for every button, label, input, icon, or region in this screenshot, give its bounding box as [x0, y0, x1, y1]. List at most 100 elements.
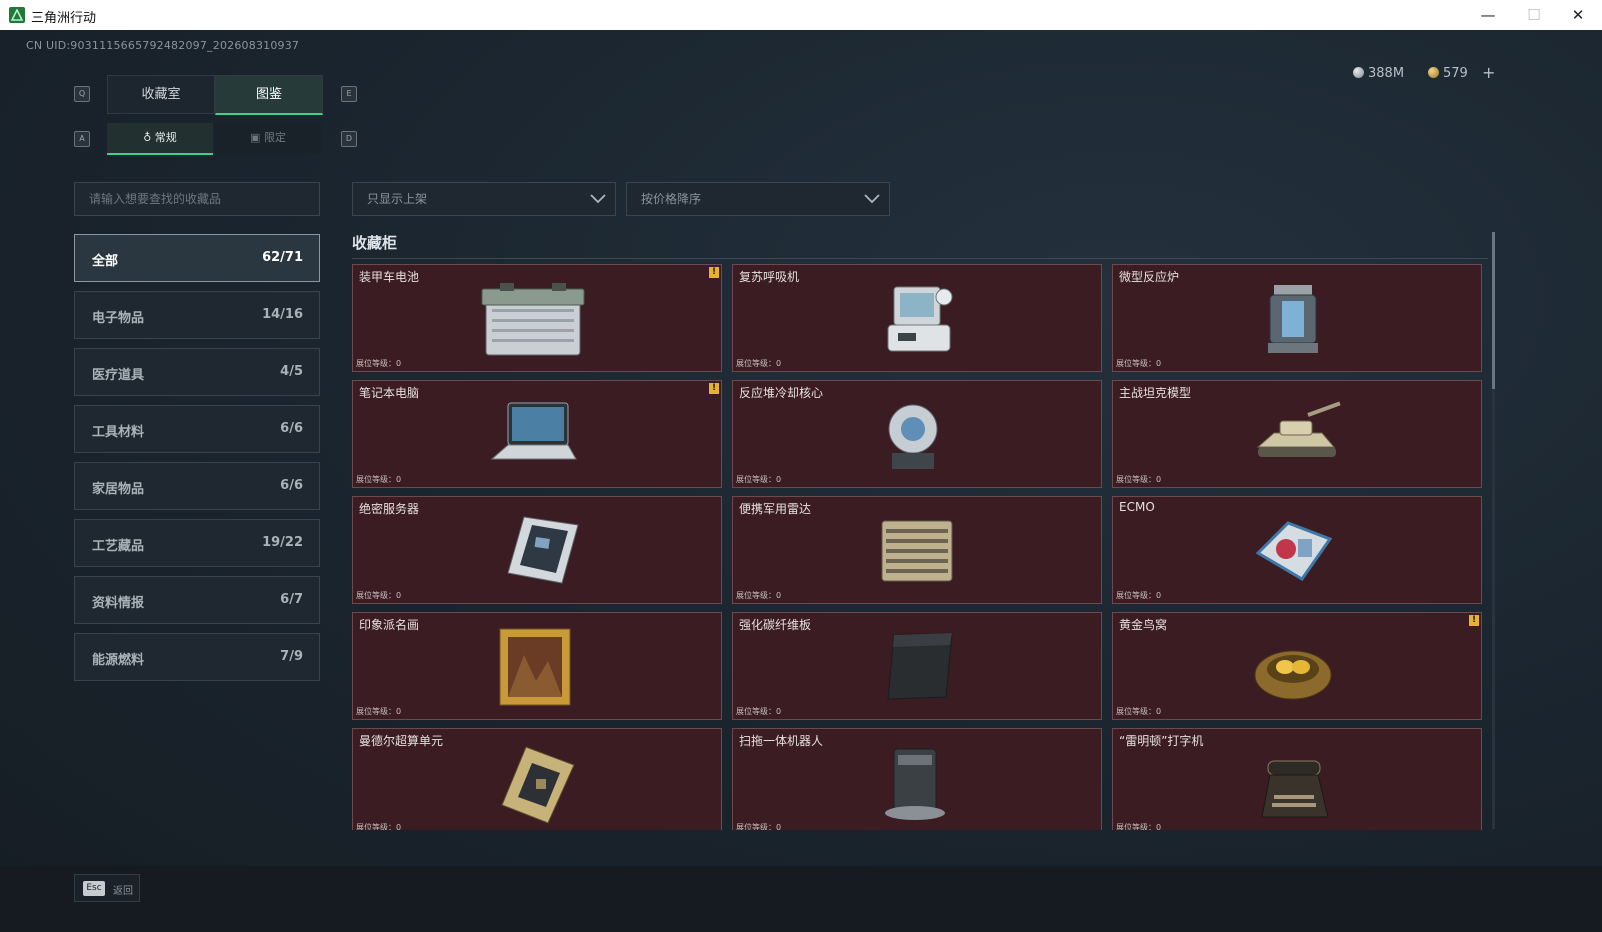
category-count: 62/71 — [262, 250, 303, 265]
warning-icon: ! — [1469, 615, 1479, 626]
shelf-filter-dropdown[interactable]: 只显示上架 — [352, 182, 616, 216]
sort-dropdown[interactable]: 按价格降序 — [626, 182, 890, 216]
item-card[interactable]: 便携军用雷达 展位等级：0 — [732, 496, 1102, 604]
back-button[interactable]: Esc 返回 — [74, 874, 140, 902]
display-level: 展位等级：0 — [736, 591, 782, 600]
silver-coin-icon — [1353, 67, 1364, 78]
gold-currency: 579 — [1428, 66, 1468, 81]
item-card[interactable]: 黄金鸟窝 ! 展位等级：0 — [1112, 612, 1482, 720]
category-label: 能源燃料 — [92, 653, 145, 668]
category-intel[interactable]: 资料情报 6/7 — [74, 576, 320, 624]
flask-icon: ♁ — [143, 131, 152, 144]
category-count: 7/9 — [280, 649, 303, 664]
category-household[interactable]: 家居物品 6/6 — [74, 462, 320, 510]
shelf-filter-value: 只显示上架 — [367, 192, 428, 206]
item-name: 强化碳纤维板 — [739, 618, 812, 632]
category-electronics[interactable]: 电子物品 14/16 — [74, 291, 320, 339]
gold-amount: 579 — [1443, 66, 1468, 81]
display-level: 展位等级：0 — [356, 707, 402, 716]
item-name: 主战坦克模型 — [1119, 386, 1192, 400]
key-hint-q: Q — [74, 86, 90, 102]
category-label: 全部 — [92, 254, 119, 269]
collection-grid: 装甲车电池 ! 展位等级：0 复苏呼吸机 展位等级：0 微型反应炉 展位等级：0… — [352, 264, 1488, 830]
category-crafts[interactable]: 工艺藏品 19/22 — [74, 519, 320, 567]
display-level: 展位等级：0 — [736, 359, 782, 368]
key-hint-e: E — [341, 86, 357, 102]
item-name: 印象派名画 — [359, 618, 420, 632]
category-label: 家居物品 — [92, 482, 145, 497]
tank-model-icon — [1256, 401, 1341, 457]
carbon-plate-icon — [887, 632, 953, 700]
category-tools[interactable]: 工具材料 6/6 — [74, 405, 320, 453]
item-name: 笔记本电脑 — [359, 386, 420, 400]
player-uid: CN UID:903111566579248209​7_202608310937 — [26, 39, 300, 52]
item-card[interactable]: 复苏呼吸机 展位等级：0 — [732, 264, 1102, 372]
section-title: 收藏柜 — [352, 234, 398, 252]
tab-collection-room[interactable]: 收藏室 — [107, 75, 215, 114]
reactor-icon — [1268, 285, 1318, 353]
silver-currency: 388M — [1353, 66, 1404, 81]
item-card[interactable]: 印象派名画 展位等级：0 — [352, 612, 722, 720]
item-card[interactable]: 曼德尔超算单元 展位等级：0 — [352, 728, 722, 830]
robot-vacuum-icon — [885, 748, 945, 820]
item-name: 扫拖一体机器人 — [739, 734, 824, 748]
esc-key-hint: Esc — [83, 881, 105, 896]
item-name: 复苏呼吸机 — [739, 270, 800, 284]
category-count: 6/6 — [280, 421, 303, 436]
display-level: 展位等级：0 — [356, 475, 402, 484]
category-energy[interactable]: 能源燃料 7/9 — [74, 633, 320, 681]
section-divider — [352, 258, 1488, 259]
tab-catalog[interactable]: 图鉴 — [215, 75, 323, 115]
subtab-regular[interactable]: ♁ 常规 — [107, 123, 213, 155]
item-name: 装甲车电池 — [359, 270, 420, 284]
item-card[interactable]: 笔记本电脑 ! 展位等级：0 — [352, 380, 722, 488]
item-card[interactable]: ECMO 展位等级：0 — [1112, 496, 1482, 604]
item-name: 绝密服务器 — [359, 502, 420, 516]
bottom-bar — [0, 866, 1602, 932]
app-logo-icon — [9, 7, 25, 23]
category-label: 医疗道具 — [92, 368, 145, 383]
sort-value: 按价格降序 — [641, 192, 702, 206]
item-card[interactable]: 微型反应炉 展位等级：0 — [1112, 264, 1482, 372]
supercomputer-icon — [501, 746, 575, 824]
scrollbar-thumb[interactable] — [1492, 232, 1495, 389]
game-area: CN UID:903111566579248209​7_202608310937… — [0, 30, 1602, 932]
warning-icon: ! — [709, 383, 719, 394]
display-level: 展位等级：0 — [356, 823, 402, 830]
item-card[interactable]: 扫拖一体机器人 展位等级：0 — [732, 728, 1102, 830]
subtab-limited[interactable]: ▣ 限定 — [215, 123, 321, 153]
item-card[interactable]: 强化碳纤维板 展位等级：0 — [732, 612, 1102, 720]
category-count: 14/16 — [262, 307, 303, 322]
display-level: 展位等级：0 — [736, 707, 782, 716]
search-input[interactable]: 请输入想要查找的收藏品 — [74, 182, 320, 216]
display-level: 展位等级：0 — [1116, 823, 1162, 830]
category-medical[interactable]: 医疗道具 4/5 — [74, 348, 320, 396]
item-card[interactable]: 装甲车电池 ! 展位等级：0 — [352, 264, 722, 372]
window-title: 三角洲行动 — [31, 11, 97, 26]
gold-coin-icon — [1428, 67, 1439, 78]
item-name: ECMO — [1119, 500, 1155, 514]
window-titlebar: 三角洲行动 — ☐ ✕ — [0, 0, 1602, 30]
painting-icon — [499, 628, 571, 706]
display-level: 展位等级：0 — [736, 475, 782, 484]
ecmo-icon — [1255, 521, 1333, 581]
cooling-core-icon — [888, 404, 938, 469]
item-card[interactable]: “雷明顿”打字机 展位等级：0 — [1112, 728, 1482, 830]
category-count: 6/7 — [280, 592, 303, 607]
item-name: 黄金鸟窝 — [1119, 618, 1168, 632]
item-card[interactable]: 反应堆冷却核心 展位等级：0 — [732, 380, 1102, 488]
subtab-regular-label: 常规 — [154, 131, 177, 144]
ventilator-icon — [887, 286, 953, 352]
item-card[interactable]: 绝密服务器 展位等级：0 — [352, 496, 722, 604]
category-label: 电子物品 — [92, 311, 145, 326]
minimize-button[interactable]: — — [1466, 0, 1510, 30]
category-all[interactable]: 全部 62/71 — [74, 234, 320, 282]
radar-icon — [881, 520, 953, 582]
item-card[interactable]: 主战坦克模型 展位等级：0 — [1112, 380, 1482, 488]
add-currency-button[interactable]: + — [1482, 63, 1495, 82]
maximize-button[interactable]: ☐ — [1512, 0, 1556, 30]
subtab-limited-label: 限定 — [263, 131, 286, 144]
chevron-down-icon — [590, 194, 606, 204]
display-level: 展位等级：0 — [1116, 475, 1162, 484]
close-button[interactable]: ✕ — [1556, 0, 1600, 30]
